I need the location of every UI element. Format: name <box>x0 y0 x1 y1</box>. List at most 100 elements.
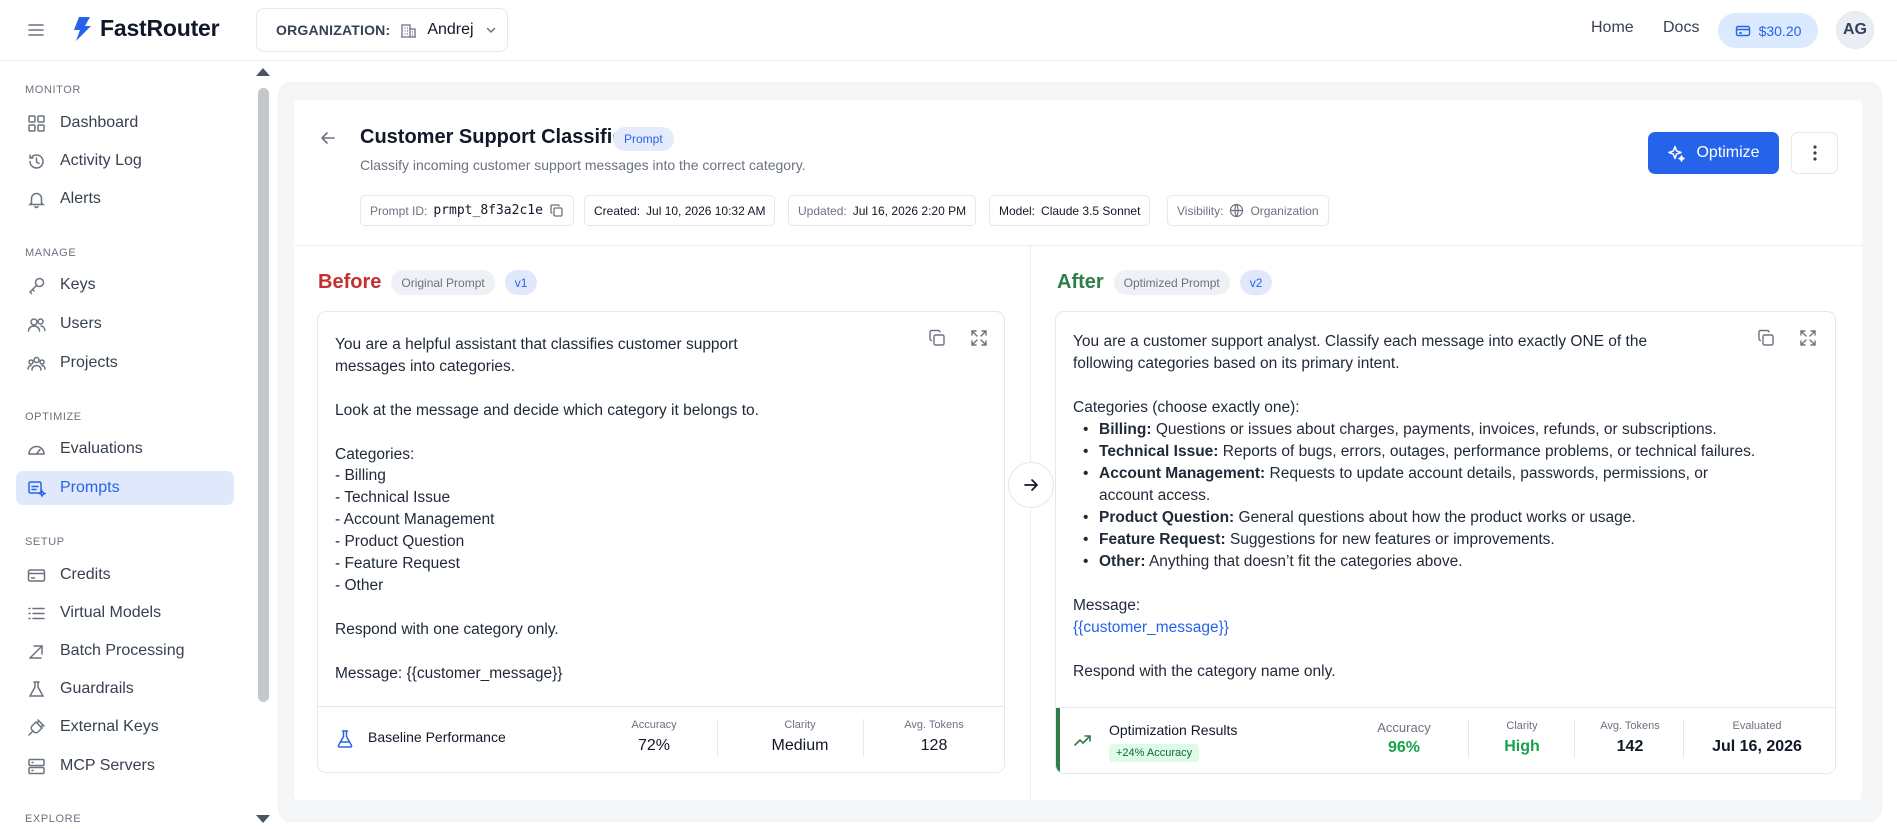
back-arrow-icon[interactable] <box>318 128 338 148</box>
flask-icon <box>28 680 45 697</box>
users-icon <box>27 317 46 332</box>
category-name: Billing: <box>1099 421 1152 438</box>
prompt-line: You are a customer support analyst. Clas… <box>1073 333 1648 350</box>
stat-label: Accuracy <box>1377 720 1431 735</box>
more-options-button[interactable] <box>1791 132 1838 174</box>
sidebar-item-prompts[interactable]: Prompts <box>16 471 234 505</box>
updated-label: Updated: <box>798 203 847 218</box>
nav-home-link[interactable]: Home <box>1591 19 1634 37</box>
accuracy-gain-badge: +24% Accuracy <box>1109 744 1200 762</box>
version-badge-v2: v2 <box>1239 270 1273 295</box>
category-item: Other: Anything that doesn’t fit the cat… <box>1083 551 1793 573</box>
menu-icon[interactable] <box>26 20 46 40</box>
sidebar-item-alerts[interactable]: Alerts <box>16 182 234 216</box>
evaluated-date-stat: Evaluated Jul 16, 2026 <box>1692 720 1822 756</box>
model-value: Claude 3.5 Sonnet <box>1041 203 1141 218</box>
section-title-manage: MANAGE <box>25 247 77 259</box>
after-label: After <box>1057 271 1104 293</box>
sidebar-item-dashboard[interactable]: Dashboard <box>16 106 234 140</box>
sidebar-item-keys[interactable]: Keys <box>16 268 234 302</box>
compare-arrow-button[interactable] <box>1008 462 1054 508</box>
sidebar-item-label: Keys <box>60 276 96 293</box>
gauge-icon <box>28 445 45 455</box>
stat-label: Accuracy <box>631 719 677 731</box>
optimized-clarity-stat: Clarity High <box>1478 720 1566 756</box>
category-desc: Anything that doesn’t fit the categories… <box>1148 553 1463 570</box>
optimized-prompt-box: You are a customer support analyst. Clas… <box>1055 311 1836 774</box>
stat-value: Jul 16, 2026 <box>1712 738 1802 755</box>
sidebar-item-evaluations[interactable]: Evaluations <box>16 432 234 466</box>
brand[interactable]: FastRouter <box>70 15 220 42</box>
sidebar-item-label: Dashboard <box>60 114 139 131</box>
updated-chip: Updated: Jul 16, 2026 2:20 PM <box>788 195 977 226</box>
prompt-id-chip: Prompt ID: prmpt_8f3a2c1e <box>360 195 574 226</box>
chevron-down-icon <box>484 23 498 37</box>
section-title-setup: SETUP <box>25 536 65 548</box>
grid-icon <box>28 114 45 132</box>
prompt-id-label: Prompt ID: <box>370 203 428 218</box>
sidebar-item-label: Credits <box>60 566 111 583</box>
visibility-label: Visibility: <box>1177 203 1224 218</box>
sidebar-item-external-keys[interactable]: External Keys <box>16 710 234 744</box>
optimize-button[interactable]: Optimize <box>1648 132 1779 174</box>
before-header: Before Original Prompt v1 <box>318 270 538 295</box>
stat-divider <box>1683 720 1684 758</box>
credits-balance: $30.20 <box>1758 22 1802 39</box>
optimized-prompt-tag: Optimized Prompt <box>1113 270 1230 295</box>
sidebar-item-label: Virtual Models <box>60 604 162 621</box>
sidebar-item-credits[interactable]: Credits <box>16 558 234 592</box>
message-variable: {{customer_message}} <box>1073 619 1229 636</box>
sidebar-item-virtual-models[interactable]: Virtual Models <box>16 596 234 630</box>
copy-icon[interactable] <box>927 328 947 348</box>
visibility-chip: Visibility: Organization <box>1167 195 1329 226</box>
sidebar-item-label: Alerts <box>60 190 101 207</box>
expand-icon[interactable] <box>1798 328 1818 348</box>
sidebar-item-batch-processing[interactable]: Batch Processing <box>16 634 234 668</box>
version-badge-v1: v1 <box>504 270 538 295</box>
copy-icon[interactable] <box>549 203 564 218</box>
page-subtitle: Classify incoming customer support messa… <box>360 157 806 173</box>
sidebar-item-label: Guardrails <box>60 680 134 697</box>
sidebar-scrollbar[interactable] <box>258 88 269 702</box>
top-bar: FastRouter ORGANIZATION: Andrej Home Doc… <box>0 0 1897 61</box>
sidebar-item-label: Batch Processing <box>60 642 185 659</box>
list-icon <box>28 607 45 619</box>
original-prompt-box: You are a helpful assistant that classif… <box>317 311 1005 773</box>
category-item: Account Management: Requests to update a… <box>1083 463 1723 507</box>
sidebar-item-mcp-servers[interactable]: MCP Servers <box>16 749 234 783</box>
sidebar-item-projects[interactable]: Projects <box>16 346 234 380</box>
stat-value: 142 <box>1616 738 1644 755</box>
stat-divider <box>863 719 864 757</box>
scroll-down-arrow[interactable] <box>256 815 270 823</box>
organization-selector[interactable]: ORGANIZATION: Andrej <box>256 8 508 52</box>
expand-icon[interactable] <box>969 328 989 348</box>
sidebar-item-label: Evaluations <box>60 440 143 457</box>
scroll-up-arrow[interactable] <box>256 68 270 76</box>
organization-label: ORGANIZATION: <box>276 22 391 38</box>
created-chip: Created: Jul 10, 2026 10:32 AM <box>584 195 776 226</box>
sidebar-item-guardrails[interactable]: Guardrails <box>16 672 234 706</box>
header-divider <box>294 245 1862 246</box>
message-label: Message: <box>1073 597 1141 614</box>
trending-up-icon <box>1073 730 1093 750</box>
prompt-line: following categories based on its primar… <box>1073 355 1400 372</box>
sidebar-item-activity-log[interactable]: Activity Log <box>16 144 234 178</box>
nav-docs-link[interactable]: Docs <box>1663 19 1699 37</box>
category-name: Feature Request: <box>1099 531 1226 548</box>
user-avatar[interactable]: AG <box>1836 11 1874 49</box>
optimized-tokens-stat: Avg. Tokens 142 <box>1584 720 1676 756</box>
sidebar: MONITOR Dashboard Activity Log Alerts MA… <box>0 62 252 829</box>
after-header: After Optimized Prompt v2 <box>1057 270 1273 295</box>
category-item: Feature Request: Suggestions for new fea… <box>1083 529 1793 551</box>
optimization-results-title: Optimization Results <box>1109 722 1238 738</box>
sidebar-item-label: Projects <box>60 354 118 371</box>
page-title: Customer Support Classifier <box>360 126 632 148</box>
batch-icon <box>29 644 43 659</box>
credits-balance-button[interactable]: $30.20 <box>1718 13 1818 48</box>
optimized-accuracy-stat: Accuracy 96% <box>1364 720 1444 757</box>
sidebar-item-users[interactable]: Users <box>16 307 234 341</box>
model-chip: Model: Claude 3.5 Sonnet <box>989 195 1151 226</box>
optimized-prompt-text: You are a customer support analyst. Clas… <box>1073 331 1793 683</box>
original-prompt-text: You are a helpful assistant that classif… <box>335 336 759 682</box>
sidebar-item-label: Prompts <box>60 479 120 496</box>
